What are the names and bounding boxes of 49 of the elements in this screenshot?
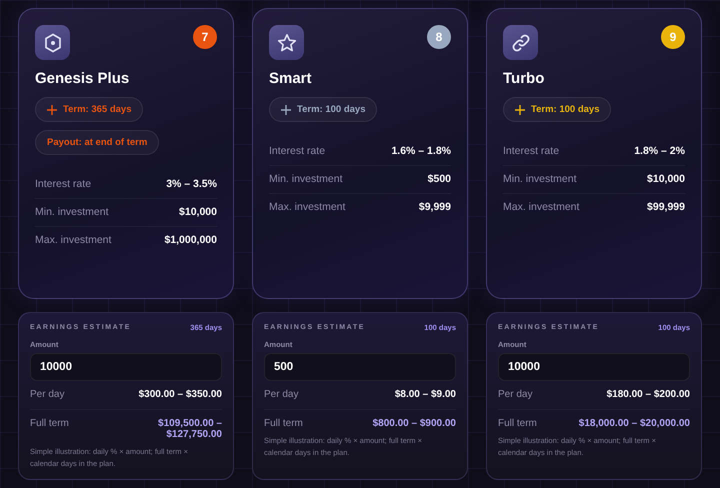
plan-title: Smart [269, 70, 313, 87]
plus-icon [515, 104, 525, 114]
term-pill: Term: 365 days [35, 97, 144, 122]
number-badge: 7 [193, 25, 217, 49]
full-term-value: $109,500.00 – $127,750.00 [157, 418, 222, 440]
stat-value: 3% – 3.5% [166, 178, 217, 190]
stat-label: Max. investment [503, 201, 580, 213]
stat-value: 1.6% – 1.8% [391, 145, 451, 157]
amount-input-field[interactable]: 500 [264, 353, 456, 381]
stat-value: 1.8% – 2% [634, 145, 685, 157]
amount-input-field[interactable]: 10000 [30, 353, 222, 381]
plan-title: Genesis Plus [35, 70, 130, 87]
amount-input-field[interactable]: 10000 [498, 353, 690, 381]
plus-icon [281, 104, 291, 114]
full-term-value: $18,000.00 – $20,000.00 [578, 418, 690, 429]
stat-value: $1,000,000 [164, 234, 217, 246]
term-pill: Term: 100 days [503, 97, 612, 122]
full-term-label: Full term [30, 418, 69, 429]
stat-label: Interest rate [269, 145, 326, 157]
star-icon [276, 32, 296, 52]
stat-label: Min. investment [35, 206, 109, 218]
stat-label: Min. investment [503, 173, 577, 185]
stat-label: Max. investment [35, 234, 112, 246]
term-pill: Term: 100 days [269, 97, 378, 122]
per-day-value: $180.00 – $200.00 [606, 389, 690, 400]
full-term-label: Full term [264, 418, 303, 429]
full-term-label: Full term [498, 418, 537, 429]
number-badge: 9 [661, 25, 685, 49]
stat-value: $9,999 [418, 201, 451, 213]
plus-icon [47, 104, 57, 114]
payout-pill: Payout: at end of term [35, 130, 160, 155]
per-day-label: Per day [498, 389, 532, 400]
stat-label: Min. investment [269, 173, 343, 185]
stat-value: $10,000 [647, 173, 685, 185]
hexagon-icon [44, 32, 62, 52]
stat-value: $500 [428, 173, 451, 185]
per-day-value: $300.00 – $350.00 [138, 389, 222, 400]
stat-value: $10,000 [179, 206, 217, 218]
per-day-label: Per day [30, 389, 64, 400]
stat-label: Interest rate [503, 145, 560, 157]
link-icon [510, 32, 530, 52]
full-term-value: $800.00 – $900.00 [372, 418, 456, 429]
per-day-value: $8.00 – $9.00 [394, 389, 456, 400]
stat-label: Max. investment [269, 201, 346, 213]
number-badge: 8 [427, 25, 451, 49]
stat-value: $99,999 [647, 201, 685, 213]
plan-title: Turbo [503, 70, 546, 87]
stat-label: Interest rate [35, 178, 92, 190]
per-day-label: Per day [264, 389, 298, 400]
